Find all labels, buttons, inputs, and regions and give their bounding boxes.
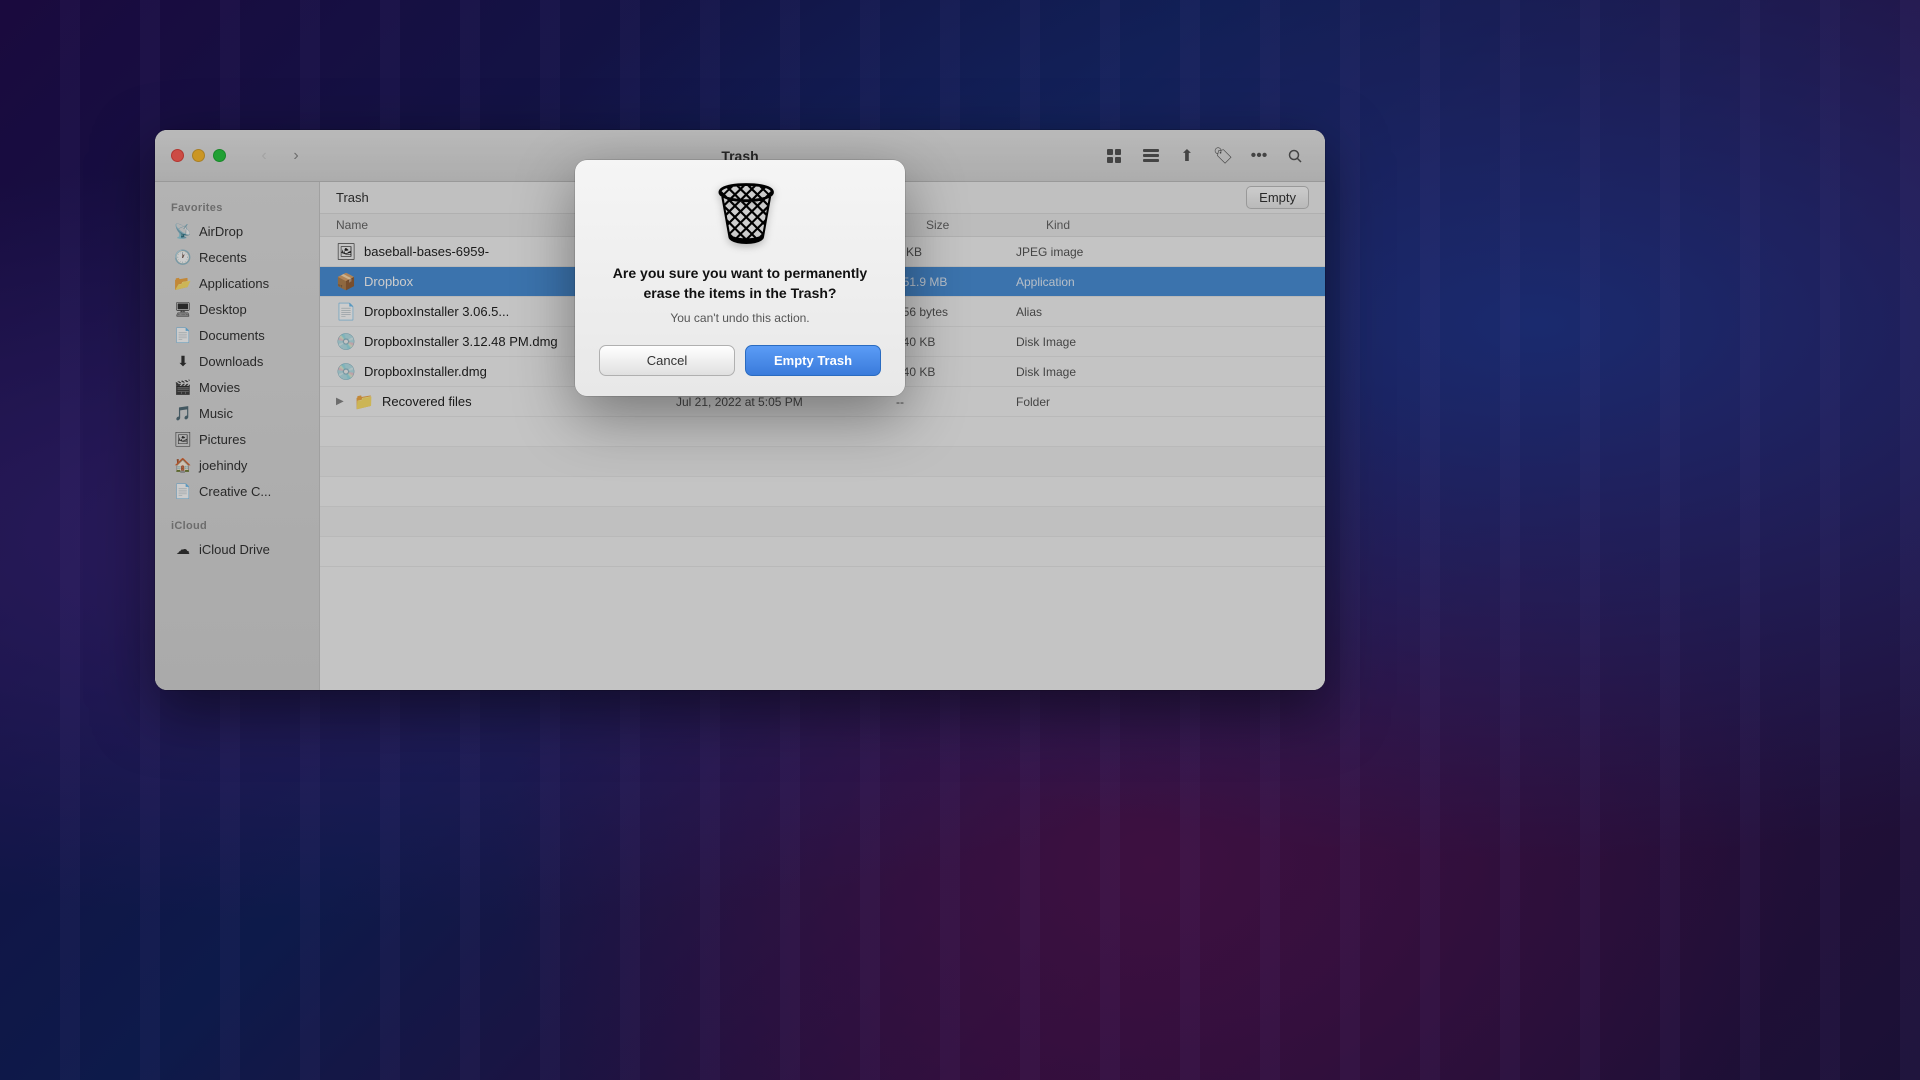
- cancel-button[interactable]: Cancel: [599, 345, 735, 376]
- dialog-title: Are you sure you want to permanently era…: [599, 264, 881, 303]
- empty-trash-dialog: 🗑 Are you sure you want to permanently e…: [575, 160, 905, 396]
- dialog-message: You can't undo this action.: [599, 311, 881, 325]
- dialog-overlay: 🗑 Are you sure you want to permanently e…: [155, 130, 1325, 690]
- dialog-icon: 🗑: [708, 184, 772, 248]
- empty-trash-button[interactable]: Empty Trash: [745, 345, 881, 376]
- finder-window: ‹ › Trash ⬆ 🏷 •••: [155, 130, 1325, 690]
- dialog-buttons: Cancel Empty Trash: [599, 345, 881, 376]
